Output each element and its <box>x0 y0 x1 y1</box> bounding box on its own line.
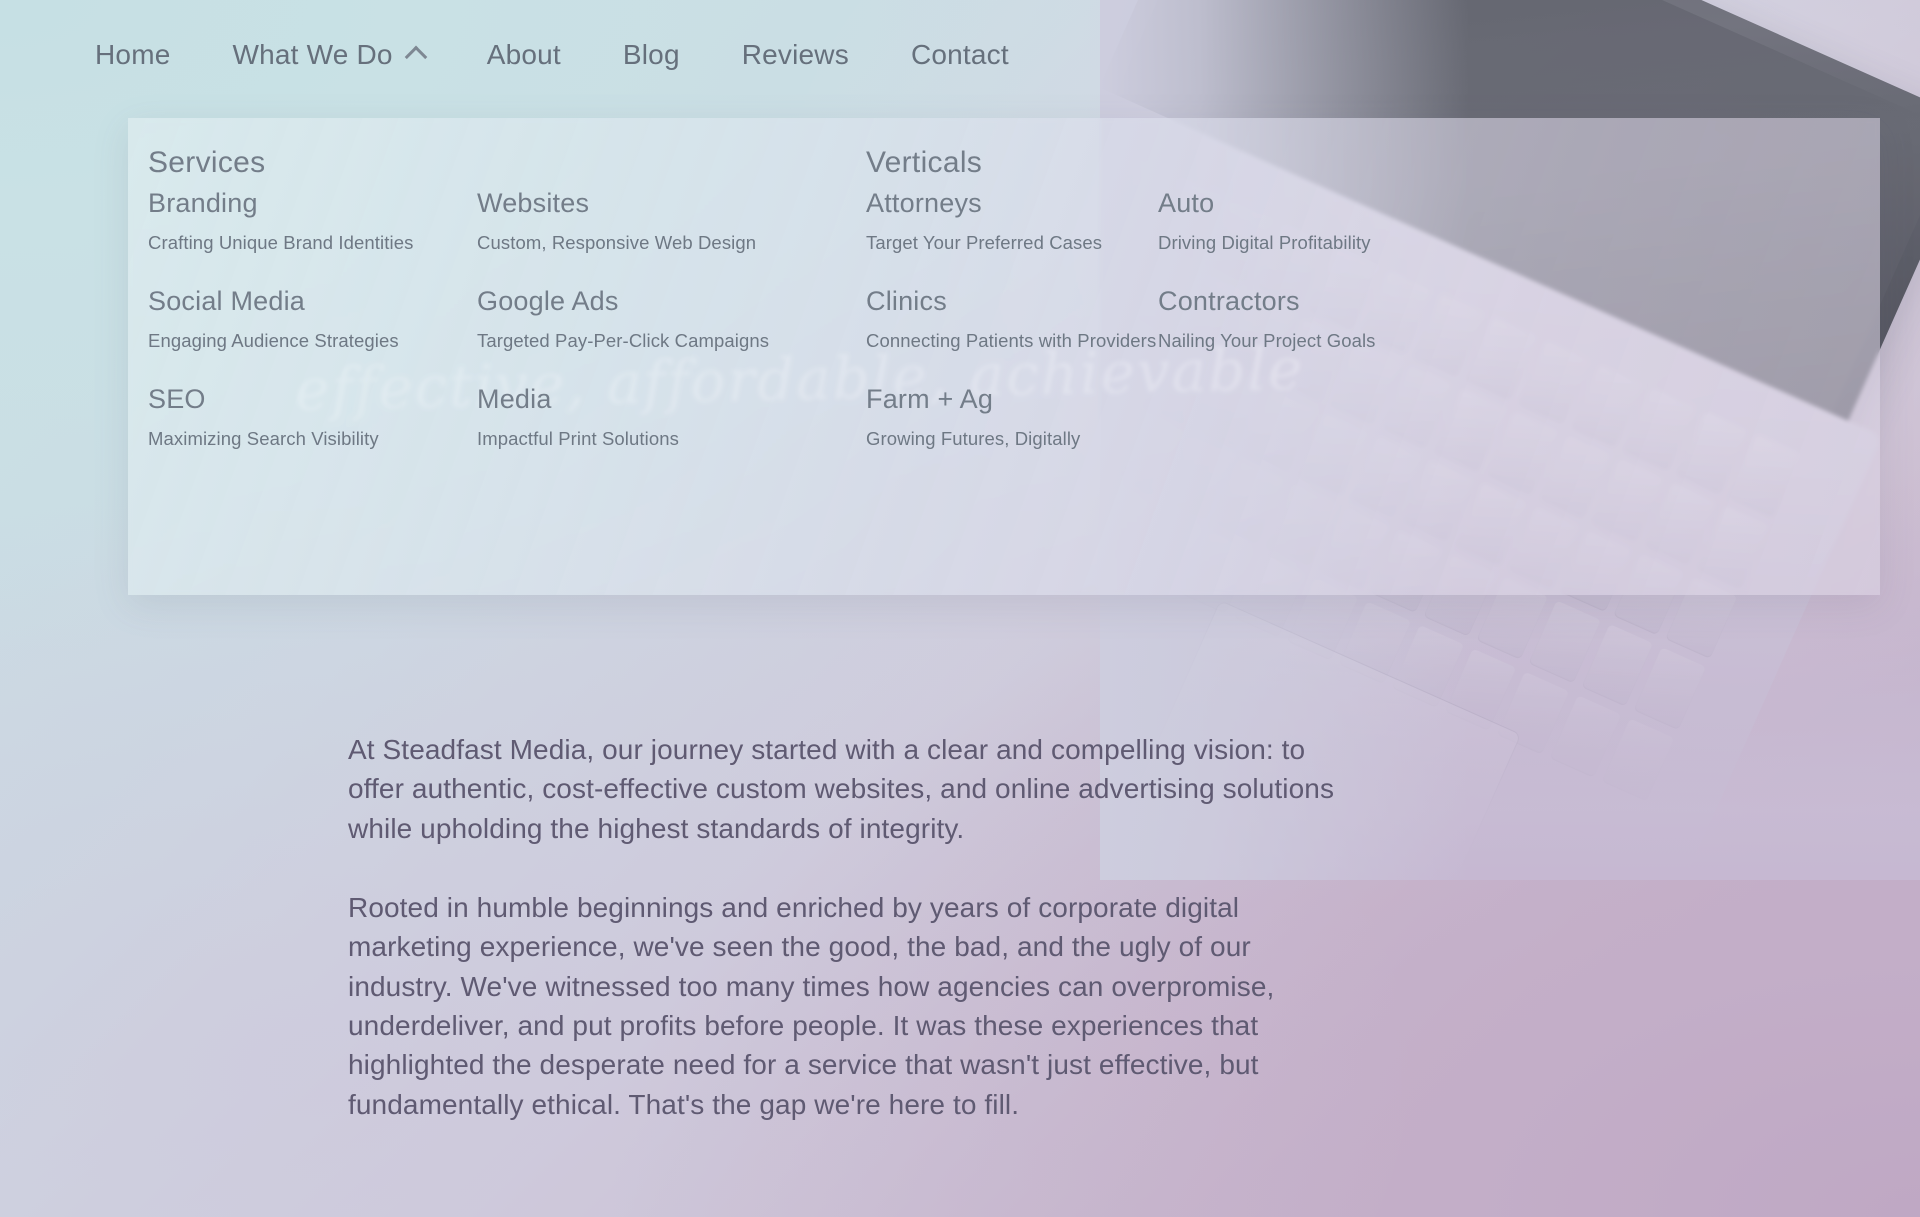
menu-item-subtitle: Driving Digital Profitability <box>1158 232 1371 253</box>
menu-item-subtitle: Crafting Unique Brand Identities <box>148 232 414 253</box>
menu-item-title: Websites <box>477 188 590 218</box>
mega-menu-grid: Services Verticals Branding Crafting Uni… <box>128 118 1880 595</box>
menu-item-subtitle: Target Your Preferred Cases <box>866 232 1103 253</box>
nav-item-blog[interactable]: Blog <box>592 39 711 71</box>
nav-item-what-we-do[interactable]: What We Do <box>202 39 456 71</box>
menu-item-subtitle: Targeted Pay-Per-Click Campaigns <box>477 330 770 351</box>
chevron-up-icon <box>406 44 425 63</box>
menu-item-contractors[interactable]: Contractors Nailing Your Project Goals <box>1158 286 1376 352</box>
main-navigation: Home What We Do About Blog Reviews Conta… <box>0 0 1920 110</box>
menu-item-media[interactable]: Media Impactful Print Solutions <box>477 384 679 450</box>
nav-label-what-we-do: What We Do <box>232 39 393 70</box>
menu-item-title: Media <box>477 384 552 414</box>
menu-item-title: Clinics <box>866 286 947 316</box>
menu-item-title: Attorneys <box>866 188 982 218</box>
menu-item-farm-ag[interactable]: Farm + Ag Growing Futures, Digitally <box>866 384 1080 450</box>
nav-label-blog: Blog <box>622 39 680 70</box>
mega-menu-heading-services: Services <box>148 146 266 179</box>
menu-item-subtitle: Engaging Audience Strategies <box>148 330 399 351</box>
menu-item-attorneys[interactable]: Attorneys Target Your Preferred Cases <box>866 188 1102 254</box>
nav-item-contact[interactable]: Contact <box>880 39 1040 71</box>
menu-item-title: Farm + Ag <box>866 384 994 414</box>
about-paragraph-1: At Steadfast Media, our journey started … <box>348 734 1335 844</box>
nav-item-home[interactable]: Home <box>95 39 202 71</box>
what-we-do-mega-menu: Services Verticals Branding Crafting Uni… <box>128 118 1880 595</box>
menu-item-social-media[interactable]: Social Media Engaging Audience Strategie… <box>148 286 399 352</box>
menu-item-title: Branding <box>148 188 258 218</box>
menu-item-seo[interactable]: SEO Maximizing Search Visibility <box>148 384 379 450</box>
about-body-copy: At Steadfast Media, our journey started … <box>348 730 1358 1124</box>
menu-item-auto[interactable]: Auto Driving Digital Profitability <box>1158 188 1371 254</box>
menu-item-subtitle: Connecting Patients with Providers <box>866 330 1157 351</box>
menu-item-google-ads[interactable]: Google Ads Targeted Pay-Per-Click Campai… <box>477 286 769 352</box>
menu-item-title: Auto <box>1158 188 1215 218</box>
menu-item-title: Google Ads <box>477 286 619 316</box>
menu-item-title: Contractors <box>1158 286 1300 316</box>
menu-item-subtitle: Impactful Print Solutions <box>477 428 679 449</box>
about-paragraph-2: Rooted in humble beginnings and enriched… <box>348 891 1275 1120</box>
menu-item-subtitle: Nailing Your Project Goals <box>1158 330 1376 351</box>
menu-item-subtitle: Maximizing Search Visibility <box>148 428 379 449</box>
menu-item-branding[interactable]: Branding Crafting Unique Brand Identitie… <box>148 188 413 254</box>
menu-item-title: SEO <box>148 384 206 414</box>
nav-item-reviews[interactable]: Reviews <box>711 39 880 71</box>
nav-label-reviews: Reviews <box>741 39 849 70</box>
nav-label-home: Home <box>95 39 171 70</box>
nav-label-contact: Contact <box>910 39 1009 70</box>
menu-item-subtitle: Custom, Responsive Web Design <box>477 232 757 253</box>
menu-item-websites[interactable]: Websites Custom, Responsive Web Design <box>477 188 756 254</box>
nav-label-about: About <box>486 39 561 70</box>
mega-menu-heading-verticals: Verticals <box>866 146 983 179</box>
menu-item-subtitle: Growing Futures, Digitally <box>866 428 1081 449</box>
menu-item-title: Social Media <box>148 286 305 316</box>
menu-item-clinics[interactable]: Clinics Connecting Patients with Provide… <box>866 286 1156 352</box>
nav-item-about[interactable]: About <box>456 39 592 71</box>
